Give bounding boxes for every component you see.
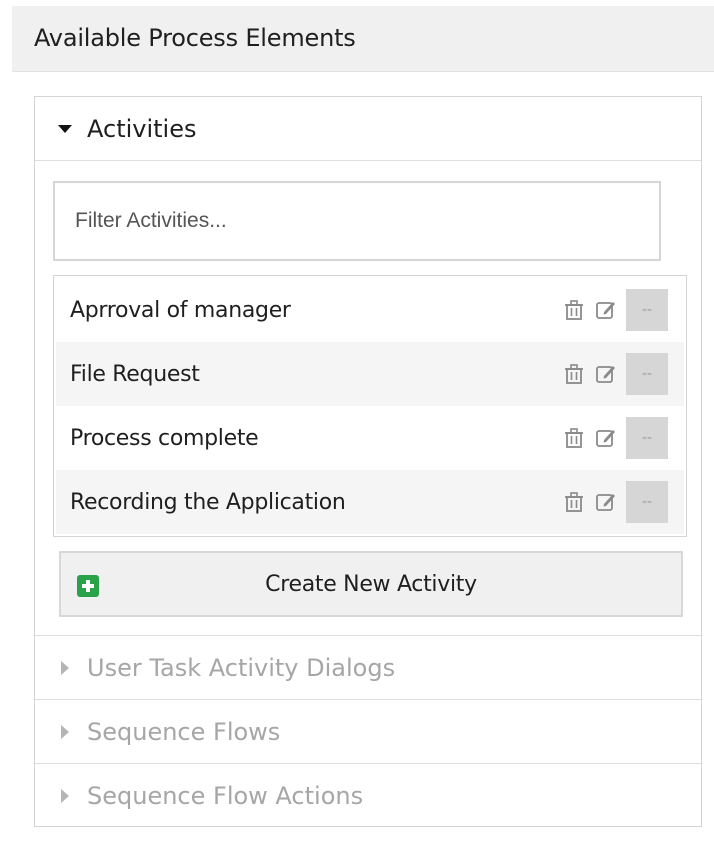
activity-item[interactable]: Process complete -- bbox=[56, 406, 684, 470]
activity-item[interactable]: File Request -- bbox=[56, 342, 684, 406]
accordion-activities-header[interactable]: Activities bbox=[35, 97, 701, 161]
activities-panel: Aprroval of manager -- File Request bbox=[35, 161, 701, 636]
create-new-activity-label: Create New Activity bbox=[265, 571, 477, 597]
accordion-sequence-flows-header[interactable]: Sequence Flows bbox=[35, 700, 701, 764]
edit-icon[interactable] bbox=[592, 296, 620, 324]
activity-actions: -- bbox=[560, 417, 668, 459]
activity-item[interactable]: Recording the Application -- bbox=[56, 470, 684, 534]
edit-icon[interactable] bbox=[592, 424, 620, 452]
activities-list: Aprroval of manager -- File Request -- P… bbox=[53, 275, 687, 537]
accordion-user-task-activity-dialogs-header[interactable]: User Task Activity Dialogs bbox=[35, 636, 701, 700]
activity-name: File Request bbox=[70, 361, 200, 387]
caret-right-icon bbox=[61, 724, 69, 739]
more-options-button[interactable]: -- bbox=[626, 481, 668, 523]
edit-icon[interactable] bbox=[592, 360, 620, 388]
create-new-activity-button[interactable]: Create New Activity bbox=[59, 551, 683, 617]
activity-name: Process complete bbox=[70, 425, 259, 451]
panel-title: Available Process Elements bbox=[34, 24, 356, 52]
trash-icon[interactable] bbox=[560, 488, 588, 516]
accordion-sequence-flow-actions-label: Sequence Flow Actions bbox=[87, 782, 364, 810]
edit-icon[interactable] bbox=[592, 488, 620, 516]
caret-down-icon bbox=[58, 124, 72, 133]
activity-actions: -- bbox=[560, 481, 668, 523]
activity-name: Recording the Application bbox=[70, 489, 346, 515]
activity-actions: -- bbox=[560, 289, 668, 331]
more-options-button[interactable]: -- bbox=[626, 417, 668, 459]
more-options-button[interactable]: -- bbox=[626, 353, 668, 395]
trash-icon[interactable] bbox=[560, 296, 588, 324]
accordion-activities-label: Activities bbox=[87, 114, 197, 143]
activity-name: Aprroval of manager bbox=[70, 297, 291, 323]
trash-icon[interactable] bbox=[560, 424, 588, 452]
accordion-user-task-activity-dialogs-label: User Task Activity Dialogs bbox=[87, 653, 396, 682]
activity-actions: -- bbox=[560, 353, 668, 395]
accordion-sequence-flows-label: Sequence Flows bbox=[87, 717, 281, 746]
caret-right-icon bbox=[61, 789, 69, 803]
panel-header: Available Process Elements bbox=[12, 6, 714, 72]
trash-icon[interactable] bbox=[560, 360, 588, 388]
caret-right-icon bbox=[61, 660, 69, 675]
process-elements-accordion: Activities Aprroval of manager -- File R… bbox=[34, 96, 702, 827]
filter-activities-input[interactable] bbox=[53, 181, 661, 261]
more-options-button[interactable]: -- bbox=[626, 289, 668, 331]
activity-item[interactable]: Aprroval of manager -- bbox=[56, 278, 684, 342]
accordion-sequence-flow-actions-header[interactable]: Sequence Flow Actions bbox=[35, 764, 701, 828]
